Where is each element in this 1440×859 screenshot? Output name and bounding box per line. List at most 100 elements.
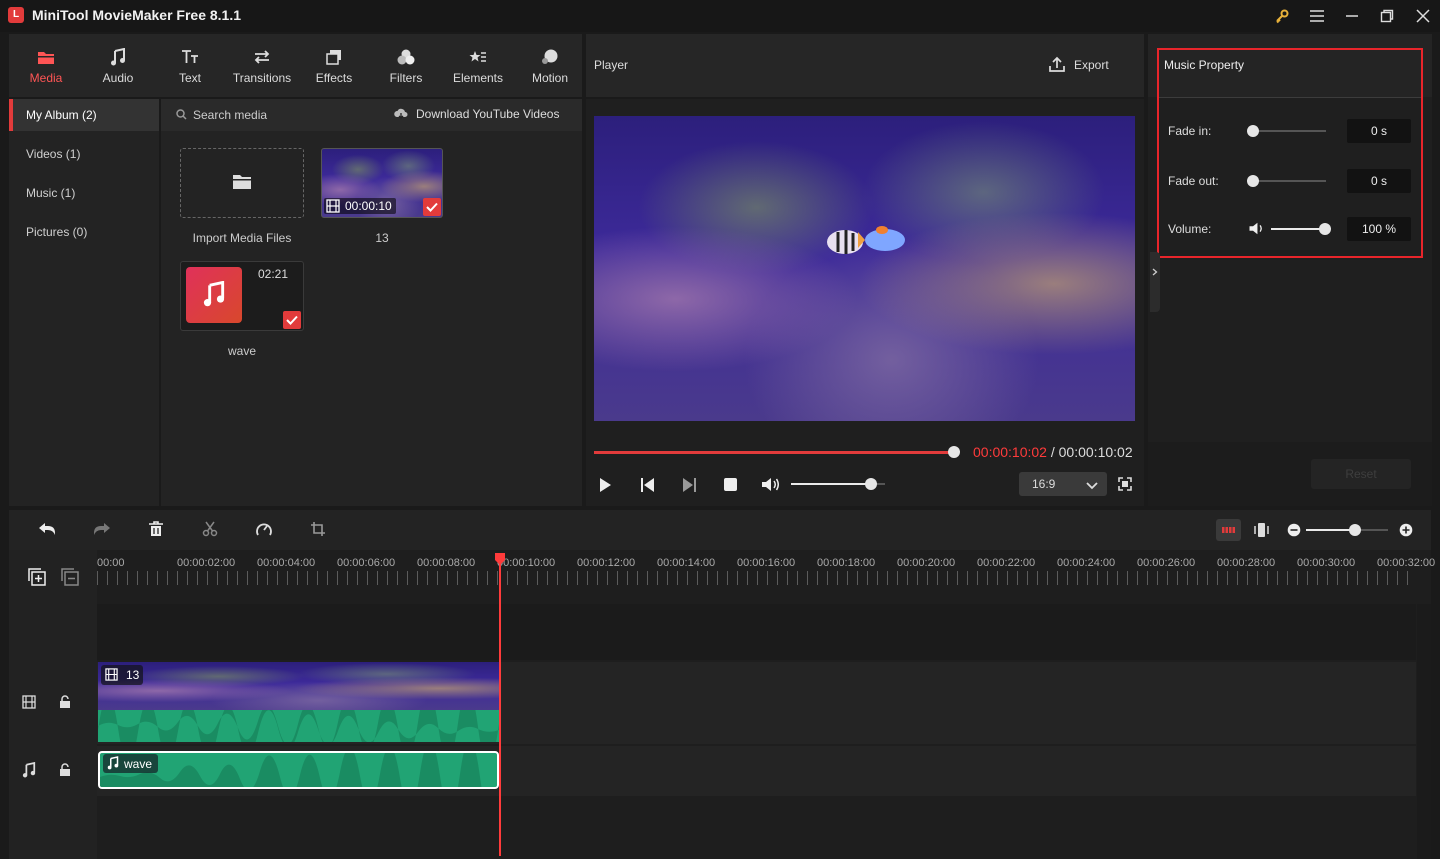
lock-icon[interactable] <box>59 763 71 780</box>
search-icon <box>176 109 187 123</box>
zoom-in-icon[interactable] <box>1399 523 1413 540</box>
ruler-label: 00:00:32:00 <box>1377 557 1436 569</box>
playhead-handle[interactable] <box>494 552 506 569</box>
fade-in-knob[interactable] <box>1247 125 1259 137</box>
fish-image <box>820 222 910 262</box>
selected-check-icon <box>423 198 441 216</box>
time-separator: / <box>1046 444 1059 460</box>
ruler-label: 00:00:04:00 <box>257 557 316 569</box>
album-item-label: Videos (1) <box>26 147 81 161</box>
video-clip[interactable] <box>98 662 499 710</box>
download-youtube-button[interactable]: Download YouTube Videos <box>416 107 559 121</box>
tool-tabs: Media Audio Text Transitions Effects Fil… <box>9 34 582 97</box>
album-item-label: My Album (2) <box>26 108 97 122</box>
tab-text-label: Text <box>178 70 201 85</box>
split-scissors-icon[interactable] <box>202 521 218 540</box>
previous-frame-icon[interactable] <box>640 477 656 496</box>
timecode: 00:00:10:02 / 00:00:10:02 <box>973 444 1133 460</box>
video-name: 13 <box>375 231 389 245</box>
volume-knob[interactable] <box>1319 223 1331 235</box>
video-clip-label: 13 <box>126 668 140 682</box>
tab-motion[interactable]: Motion <box>514 34 586 97</box>
ruler-label: 00:00:02:00 <box>177 557 236 569</box>
reset-button[interactable]: Reset <box>1311 459 1411 489</box>
ruler-label: 00:00:06:00 <box>337 557 396 569</box>
undo-icon[interactable] <box>38 521 56 540</box>
crop-icon[interactable] <box>310 521 326 540</box>
album-item-my-album[interactable]: My Album (2) <box>9 99 159 131</box>
remove-track-icon[interactable] <box>61 568 79 589</box>
empty-track <box>97 604 1416 660</box>
tab-filters[interactable]: Filters <box>370 34 442 97</box>
volume-icon[interactable] <box>761 476 780 496</box>
ruler-label: 00:00 <box>97 557 125 569</box>
property-title: Music Property <box>1164 58 1245 72</box>
tab-media[interactable]: Media <box>10 34 82 97</box>
timeline-scrollbar[interactable] <box>1417 604 1431 859</box>
speaker-icon <box>1248 221 1266 239</box>
tab-audio-label: Audio <box>102 70 134 85</box>
audio-clip-label: wave <box>124 757 153 771</box>
tab-effects[interactable]: Effects <box>298 34 370 97</box>
selected-check-icon <box>283 311 301 329</box>
fade-in-value[interactable]: 0 s <box>1347 119 1411 143</box>
fade-out-label: Fade out: <box>1168 174 1219 188</box>
music-note-icon <box>110 47 126 67</box>
play-icon[interactable] <box>598 477 612 496</box>
fullscreen-icon[interactable] <box>1118 477 1132 494</box>
ruler-label: 00:00:28:00 <box>1217 557 1276 569</box>
stop-icon[interactable] <box>723 477 738 495</box>
close-icon[interactable] <box>1408 4 1438 28</box>
volume-slider[interactable] <box>1271 228 1325 230</box>
volume-value[interactable]: 100 % <box>1347 217 1411 241</box>
key-icon[interactable] <box>1267 4 1297 28</box>
fade-out-knob[interactable] <box>1247 175 1259 187</box>
tab-transitions[interactable]: Transitions <box>226 34 298 97</box>
zoom-out-icon[interactable] <box>1287 523 1301 540</box>
tab-elements-label: Elements <box>452 70 504 85</box>
fade-in-slider[interactable] <box>1252 130 1326 132</box>
collapse-handle[interactable] <box>1150 252 1160 312</box>
audio-track-icon <box>22 761 36 781</box>
ruler-label: 00:00:22:00 <box>977 557 1036 569</box>
redo-icon[interactable] <box>93 521 111 540</box>
add-track-icon[interactable] <box>28 568 46 589</box>
total-time: 00:00:10:02 <box>1058 444 1133 460</box>
menu-icon[interactable] <box>1302 4 1332 28</box>
video-clip-waveform <box>98 710 499 742</box>
minimize-icon[interactable] <box>1337 4 1367 28</box>
aspect-ratio-value: 16:9 <box>1032 477 1056 491</box>
zoom-fill <box>1306 529 1356 531</box>
delete-icon[interactable] <box>148 521 164 540</box>
player-volume-knob[interactable] <box>864 478 877 490</box>
lock-icon[interactable] <box>59 695 71 712</box>
ruler-label: 00:00:08:00 <box>417 557 476 569</box>
tab-elements[interactable]: Elements <box>442 34 514 97</box>
audio-clip[interactable] <box>98 751 499 789</box>
restore-icon[interactable] <box>1372 4 1402 28</box>
tab-audio[interactable]: Audio <box>82 34 154 97</box>
ruler-label: 00:00:14:00 <box>657 557 716 569</box>
album-item-pictures[interactable]: Pictures (0) <box>9 216 159 248</box>
fade-out-slider[interactable] <box>1252 180 1326 182</box>
speed-icon[interactable] <box>255 521 273 540</box>
playback-knob[interactable] <box>948 446 960 458</box>
album-item-music[interactable]: Music (1) <box>9 177 159 209</box>
fade-out-value[interactable]: 0 s <box>1347 169 1411 193</box>
album-item-label: Music (1) <box>26 186 76 200</box>
audio-duration: 02:21 <box>258 267 289 281</box>
player-volume-fill <box>791 483 871 485</box>
album-item-videos[interactable]: Videos (1) <box>9 138 159 170</box>
ruler-label: 00:00:12:00 <box>577 557 636 569</box>
ruler-label: 00:00:16:00 <box>737 557 796 569</box>
album-item-label: Pictures (0) <box>26 225 88 239</box>
tab-transitions-label: Transitions <box>232 70 292 85</box>
fit-timeline-icon[interactable] <box>1254 522 1269 541</box>
search-input[interactable]: Search media <box>193 108 267 122</box>
next-frame-icon[interactable] <box>681 477 697 496</box>
tab-text[interactable]: Text <box>154 34 226 97</box>
export-button[interactable]: Export <box>1074 58 1109 72</box>
playhead[interactable] <box>499 556 501 856</box>
fade-in-label: Fade in: <box>1168 124 1212 138</box>
tab-effects-label: Effects <box>315 70 353 85</box>
